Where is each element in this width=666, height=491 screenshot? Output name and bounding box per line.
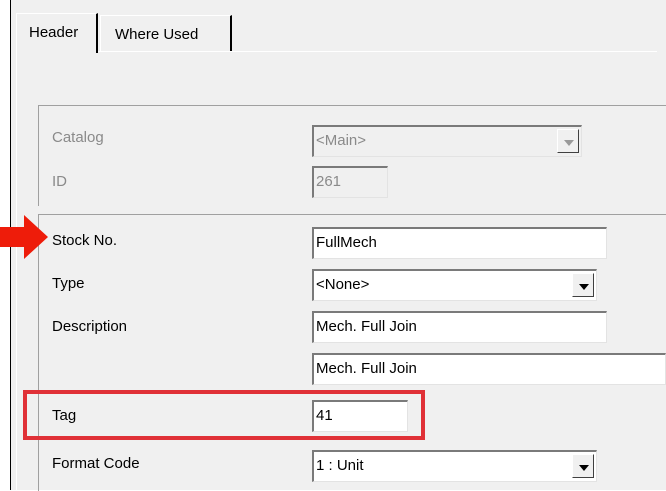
stock-no-label: Stock No. [52, 232, 118, 249]
type-dropdown-button[interactable] [572, 273, 594, 297]
id-label: ID [52, 173, 67, 190]
type-select[interactable]: <None> [312, 269, 597, 301]
catalog-value: <Main> [316, 132, 367, 149]
type-label: Type [52, 275, 85, 292]
red-arrow-icon [0, 215, 48, 259]
format-code-label: Format Code [52, 455, 140, 472]
stock-no-field[interactable]: FullMech [312, 227, 607, 259]
format-code-select[interactable]: 1 : Unit [312, 450, 597, 482]
description-field[interactable]: Mech. Full Join [312, 311, 607, 343]
format-code-dropdown-button[interactable] [572, 454, 594, 478]
format-code-value: 1 : Unit [316, 457, 364, 474]
description-label: Description [52, 318, 128, 335]
tab-header[interactable]: Header [16, 13, 98, 53]
tab-where-used[interactable]: Where Used [100, 15, 232, 51]
type-value: <None> [316, 276, 370, 293]
chevron-down-icon [564, 140, 574, 146]
catalog-select[interactable]: <Main> [312, 125, 582, 157]
id-field[interactable]: 261 [312, 166, 388, 198]
tag-highlight-box [23, 390, 425, 440]
catalog-label: Catalog [52, 129, 104, 146]
chevron-down-icon [579, 465, 589, 471]
description-field-2[interactable]: Mech. Full Join [312, 353, 666, 385]
catalog-dropdown-button[interactable] [557, 129, 579, 153]
chevron-down-icon [579, 284, 589, 290]
